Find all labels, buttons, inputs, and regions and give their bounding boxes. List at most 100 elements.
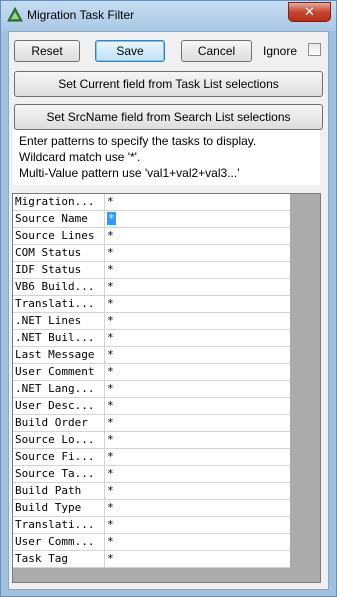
filter-pattern-value[interactable]: * bbox=[107, 195, 114, 208]
column-divider bbox=[104, 517, 105, 533]
filter-pattern-value[interactable]: * bbox=[107, 416, 114, 429]
filter-row[interactable]: COM Status * bbox=[13, 245, 290, 262]
filter-pattern-value[interactable]: * bbox=[107, 263, 114, 276]
filter-row[interactable]: Translati... * bbox=[13, 296, 290, 313]
app-icon bbox=[7, 7, 23, 22]
column-divider bbox=[104, 262, 105, 278]
filter-field-name: COM Status bbox=[15, 246, 82, 259]
close-icon[interactable]: ✕ bbox=[288, 2, 331, 22]
filter-field-name: .NET Lines bbox=[15, 314, 82, 327]
ignore-label: Ignore bbox=[263, 44, 298, 58]
filter-field-name: Source Ta... bbox=[15, 467, 95, 480]
column-divider bbox=[104, 551, 105, 567]
column-divider bbox=[104, 364, 105, 380]
filter-row[interactable]: Source Lines * bbox=[13, 228, 290, 245]
column-divider bbox=[104, 415, 105, 431]
column-divider bbox=[104, 279, 105, 295]
column-divider bbox=[104, 296, 105, 312]
filter-row[interactable]: Task Tag * bbox=[13, 551, 290, 568]
column-divider bbox=[104, 313, 105, 329]
filter-grid: Migration... * Source Name * Source Lines * CO… bbox=[12, 193, 321, 583]
filter-field-name: User Comment bbox=[15, 365, 95, 378]
filter-pattern-value[interactable]: * bbox=[107, 535, 114, 548]
column-divider bbox=[104, 483, 105, 499]
column-divider bbox=[104, 466, 105, 482]
window-title: Migration Task Filter bbox=[27, 8, 135, 22]
filter-pattern-value[interactable]: * bbox=[107, 518, 114, 531]
filter-row[interactable]: Translati... * bbox=[13, 517, 290, 534]
filter-row[interactable]: Source Ta... * bbox=[13, 466, 290, 483]
filter-grid-rows: Migration... * Source Name * Source Lines * CO… bbox=[13, 194, 290, 568]
filter-row[interactable]: User Comm... * bbox=[13, 534, 290, 551]
filter-pattern-value[interactable]: * bbox=[107, 365, 114, 378]
filter-row[interactable]: User Comment * bbox=[13, 364, 290, 381]
column-divider bbox=[104, 432, 105, 448]
dialog-window: Migration Task Filter ✕ Reset Save Cance… bbox=[0, 0, 337, 597]
filter-field-name: Build Path bbox=[15, 484, 82, 497]
filter-pattern-value[interactable]: * bbox=[107, 314, 114, 327]
filter-field-name: Translati... bbox=[15, 297, 95, 310]
filter-row[interactable]: Build Path * bbox=[13, 483, 290, 500]
filter-row[interactable]: .NET Buil... * bbox=[13, 330, 290, 347]
filter-pattern-value[interactable]: * bbox=[107, 467, 114, 480]
filter-row[interactable]: Source Lo... * bbox=[13, 432, 290, 449]
filter-pattern-value[interactable]: * bbox=[107, 229, 114, 242]
filter-field-name: .NET Lang... bbox=[15, 382, 95, 395]
filter-pattern-value[interactable]: * bbox=[107, 382, 114, 395]
column-divider bbox=[104, 534, 105, 550]
set-srcname-field-button[interactable]: Set SrcName field from Search List selec… bbox=[14, 104, 323, 130]
filter-field-name: Source Lo... bbox=[15, 433, 95, 446]
filter-field-name: Build Order bbox=[15, 416, 88, 429]
filter-row[interactable]: Source Fi... * bbox=[13, 449, 290, 466]
filter-pattern-value[interactable]: * bbox=[107, 433, 114, 446]
filter-row[interactable]: .NET Lang... * bbox=[13, 381, 290, 398]
filter-field-name: Translati... bbox=[15, 518, 95, 531]
save-button[interactable]: Save bbox=[95, 40, 165, 62]
filter-row[interactable]: User Desc... * bbox=[13, 398, 290, 415]
filter-pattern-value[interactable]: * bbox=[107, 450, 114, 463]
filter-row[interactable]: Migration... * bbox=[13, 194, 290, 211]
column-divider bbox=[104, 245, 105, 261]
reset-button[interactable]: Reset bbox=[14, 40, 80, 62]
filter-pattern-value[interactable]: * bbox=[107, 552, 114, 565]
filter-field-name: Migration... bbox=[15, 195, 95, 208]
filter-row[interactable]: .NET Lines * bbox=[13, 313, 290, 330]
filter-row[interactable]: VB6 Build... * bbox=[13, 279, 290, 296]
set-current-field-button[interactable]: Set Current field from Task List selecti… bbox=[14, 71, 323, 97]
title-bar[interactable]: Migration Task Filter ✕ bbox=[1, 1, 336, 31]
filter-field-name: .NET Buil... bbox=[15, 331, 95, 344]
filter-pattern-value[interactable]: * bbox=[107, 484, 114, 497]
filter-pattern-value[interactable]: * bbox=[107, 212, 116, 225]
column-divider bbox=[104, 347, 105, 363]
filter-pattern-value[interactable]: * bbox=[107, 297, 114, 310]
filter-pattern-value[interactable]: * bbox=[107, 246, 114, 259]
dialog-body: Reset Save Cancel Ignore Set Current fie… bbox=[8, 31, 329, 590]
filter-row[interactable]: Source Name * bbox=[13, 211, 290, 228]
filter-pattern-value[interactable]: * bbox=[107, 348, 114, 361]
help-line: Wildcard match use '*'. bbox=[19, 150, 141, 164]
filter-pattern-value[interactable]: * bbox=[107, 331, 114, 344]
cancel-button[interactable]: Cancel bbox=[181, 40, 252, 62]
filter-field-name: Source Fi... bbox=[15, 450, 95, 463]
help-text: Enter patterns to specify the tasks to d… bbox=[13, 130, 320, 185]
column-divider bbox=[104, 211, 105, 227]
filter-row[interactable]: Build Order * bbox=[13, 415, 290, 432]
filter-row[interactable]: Last Message * bbox=[13, 347, 290, 364]
filter-field-name: User Comm... bbox=[15, 535, 95, 548]
column-divider bbox=[104, 228, 105, 244]
filter-pattern-value[interactable]: * bbox=[107, 280, 114, 293]
filter-pattern-value[interactable]: * bbox=[107, 501, 114, 514]
filter-field-name: VB6 Build... bbox=[15, 280, 95, 293]
filter-row[interactable]: Build Type * bbox=[13, 500, 290, 517]
column-divider bbox=[104, 500, 105, 516]
column-divider bbox=[104, 449, 105, 465]
filter-field-name: Build Type bbox=[15, 501, 82, 514]
ignore-checkbox[interactable] bbox=[308, 43, 321, 56]
column-divider bbox=[104, 194, 105, 210]
column-divider bbox=[104, 398, 105, 414]
filter-field-name: Source Name bbox=[15, 212, 88, 225]
filter-field-name: Task Tag bbox=[15, 552, 68, 565]
filter-field-name: IDF Status bbox=[15, 263, 82, 276]
filter-pattern-value[interactable]: * bbox=[107, 399, 114, 412]
filter-row[interactable]: IDF Status * bbox=[13, 262, 290, 279]
